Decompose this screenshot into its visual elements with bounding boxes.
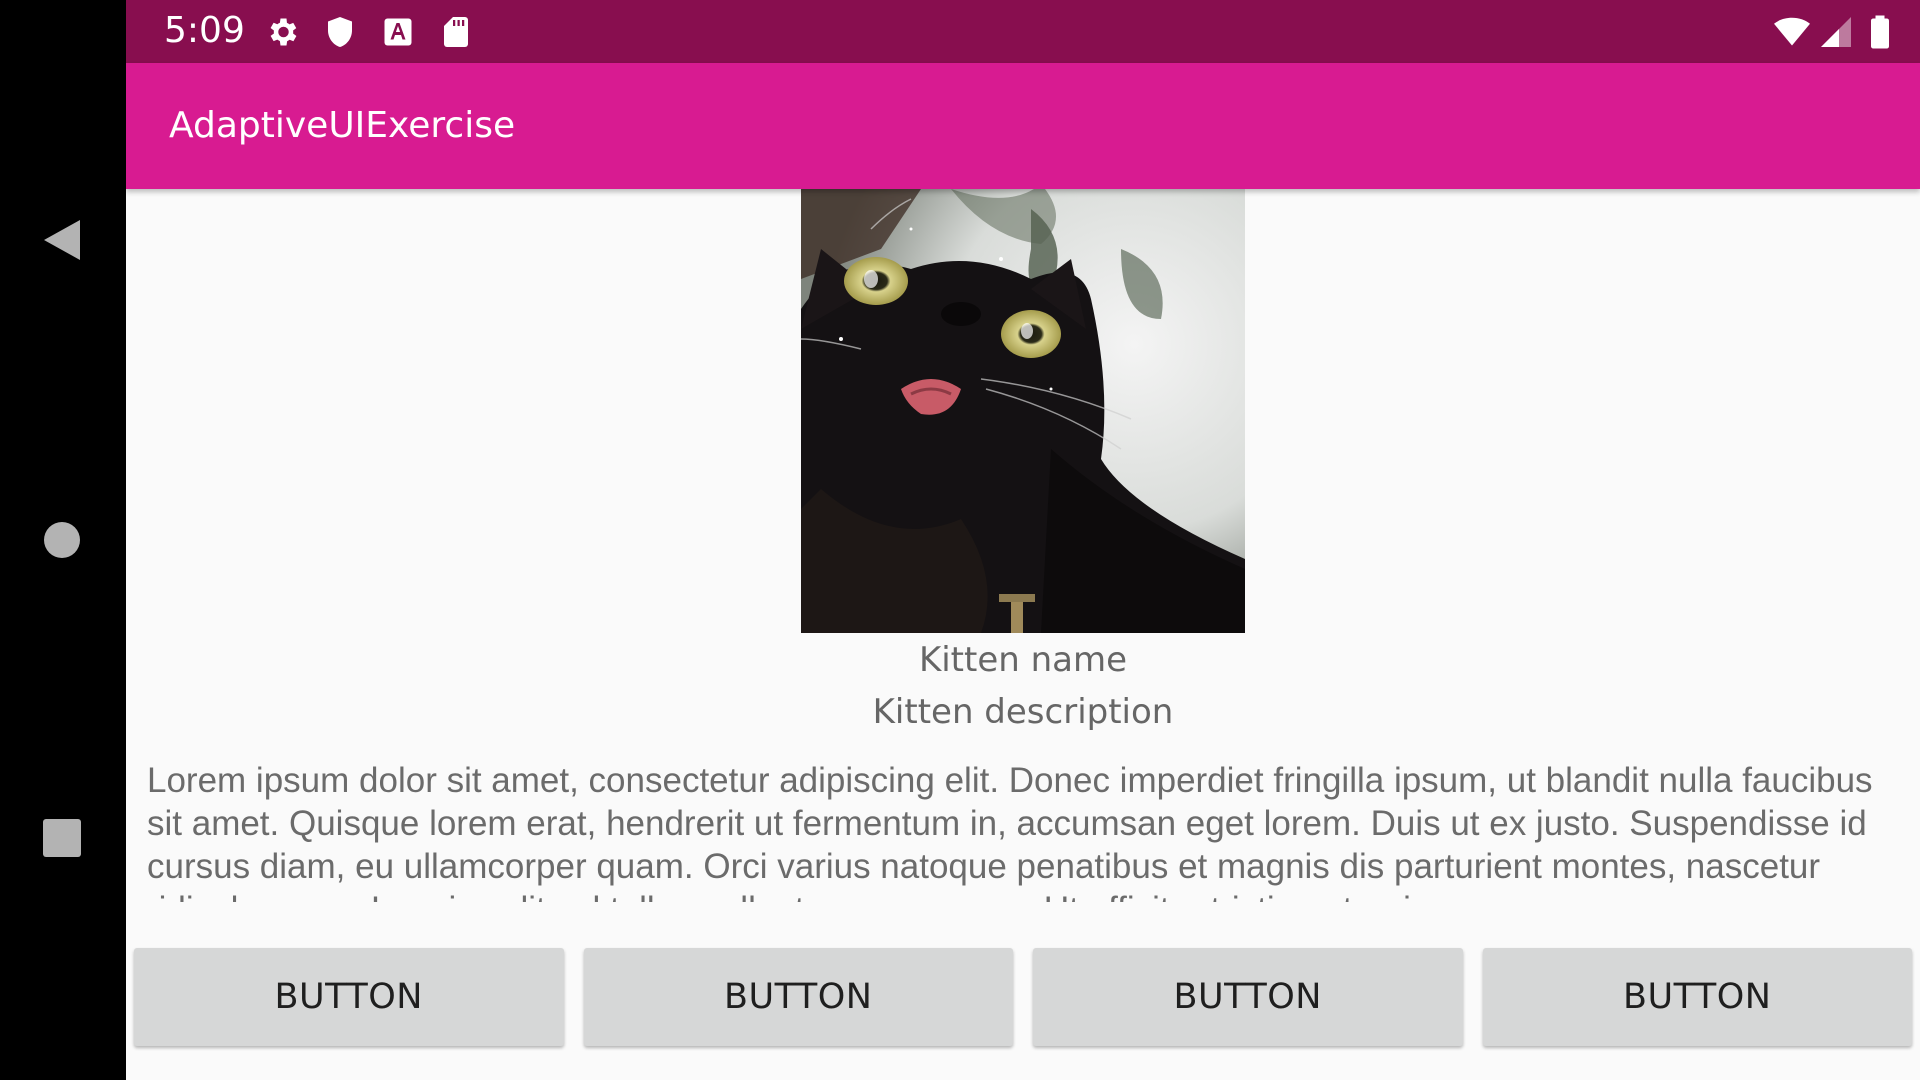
- status-bar: 5:09: [126, 0, 1920, 63]
- status-time: 5:09: [164, 10, 245, 51]
- system-navigation-bar: [0, 0, 126, 1080]
- recents-button[interactable]: [30, 806, 94, 870]
- system-status-icons: [1774, 14, 1898, 50]
- app-bar: AdaptiveUIExercise: [126, 63, 1920, 189]
- battery-icon: [1871, 15, 1889, 49]
- home-circle-icon: [44, 522, 80, 558]
- button-2[interactable]: BUTTON: [583, 948, 1013, 1046]
- sd-card-icon: [444, 17, 468, 47]
- kitten-illustration: [801, 189, 1245, 633]
- wifi-icon: [1774, 17, 1810, 46]
- text-a-icon: [384, 18, 412, 46]
- button-3[interactable]: BUTTON: [1033, 948, 1463, 1046]
- main-content: Kitten name Kitten description Lorem ips…: [126, 189, 1920, 1080]
- kitten-name: Kitten name: [918, 640, 1128, 680]
- recents-square-icon: [43, 819, 81, 857]
- body-text: Lorem ipsum dolor sit amet, consectetur …: [147, 761, 1873, 902]
- app-title: AdaptiveUIExercise: [169, 105, 516, 146]
- shield-icon: [328, 17, 352, 47]
- home-button[interactable]: [30, 508, 94, 572]
- button-1[interactable]: BUTTON: [134, 948, 564, 1046]
- kitten-description: Kitten description: [872, 692, 1174, 732]
- button-4[interactable]: BUTTON: [1482, 948, 1912, 1046]
- back-button[interactable]: [30, 208, 94, 272]
- gear-icon: [270, 18, 297, 46]
- notification-icons: [264, 14, 474, 50]
- button-row: BUTTON BUTTON BUTTON BUTTON: [134, 948, 1912, 1046]
- cellular-signal-icon: [1821, 17, 1851, 47]
- back-triangle-icon: [44, 220, 80, 260]
- device-screen: 5:09 AdaptiveUIExercise Kitten name Kitt…: [0, 0, 1920, 1080]
- kitten-photo: [801, 189, 1245, 633]
- app-window: 5:09 AdaptiveUIExercise Kitten name Kitt…: [126, 0, 1920, 1080]
